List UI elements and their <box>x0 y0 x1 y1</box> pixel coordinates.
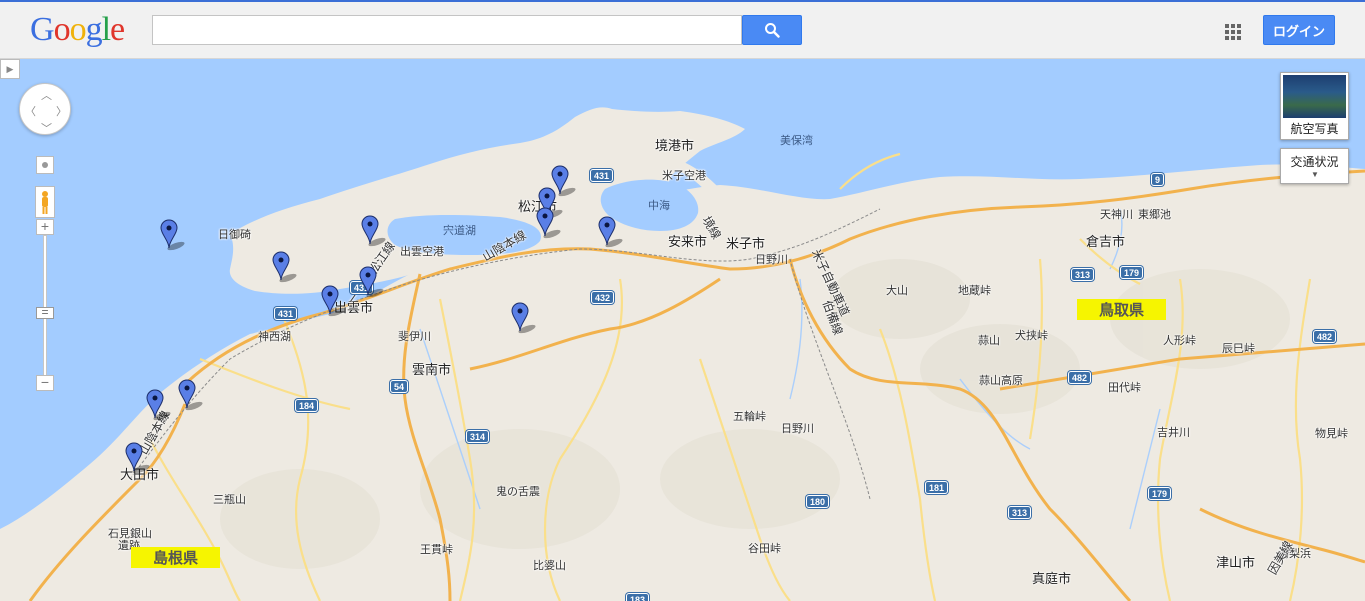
search-input[interactable] <box>152 15 742 45</box>
zoom-out-button[interactable]: − <box>36 375 54 391</box>
reset-view-button[interactable] <box>36 156 54 174</box>
place-label: 田代峠 <box>1108 382 1141 394</box>
apps-grid-icon[interactable] <box>1223 22 1243 42</box>
zoom-slider-thumb[interactable]: = <box>36 306 54 319</box>
route-shield: 9 <box>1151 173 1165 186</box>
pegman-icon[interactable] <box>35 186 55 218</box>
prefecture-label: 島根県 <box>131 547 221 568</box>
logo-letter: l <box>101 11 112 48</box>
route-shield: 314 <box>466 430 490 443</box>
route-shield: 54 <box>390 380 409 393</box>
map-marker[interactable] <box>359 266 384 298</box>
route-shield: 482 <box>1313 330 1337 343</box>
logo-letter: o <box>69 11 87 48</box>
place-label: 中海 <box>648 200 670 212</box>
map-marker[interactable] <box>511 302 536 334</box>
map-marker[interactable] <box>178 379 203 411</box>
city-label: 倉吉市 <box>1086 234 1126 249</box>
route-shield: 179 <box>1120 266 1144 279</box>
route-shield: 313 <box>1008 506 1032 519</box>
traffic-layer-toggle[interactable]: 交通状況 ▼ <box>1280 148 1349 184</box>
city-label: 真庭市 <box>1032 571 1072 586</box>
route-shield: 482 <box>1068 371 1092 384</box>
place-label: 比婆山 <box>533 560 566 572</box>
logo-letter: o <box>53 11 71 48</box>
city-label: 津山市 <box>1216 555 1256 570</box>
route-shield: 432 <box>591 291 615 304</box>
place-label: 日野川 <box>781 423 814 435</box>
place-label: 鬼の舌震 <box>496 486 540 498</box>
pan-control[interactable]: ︿ ﹀ 〈 〉 <box>19 83 71 135</box>
place-label: 東郷池 <box>1138 209 1171 221</box>
caret-down-icon: ▼ <box>1311 170 1319 179</box>
place-label: 蒜山 <box>978 335 1000 347</box>
logo-letter: e <box>110 11 125 48</box>
map-marker[interactable] <box>598 216 623 248</box>
aerial-label: 航空写真 <box>1290 122 1339 136</box>
route-shield: 181 <box>925 481 949 494</box>
login-button[interactable]: ログイン <box>1263 15 1335 45</box>
city-label: 境港市 <box>655 138 695 153</box>
zoom-in-button[interactable]: + <box>36 219 54 235</box>
map-marker[interactable] <box>536 207 561 239</box>
route-shield: 313 <box>1071 268 1095 281</box>
place-label: 出雲空港 <box>400 246 444 258</box>
place-label: 王貫峠 <box>420 544 453 556</box>
place-label: 吉井川 <box>1157 427 1190 439</box>
triangle-right-icon: ▶ <box>6 63 14 74</box>
logo-letter: G <box>30 11 55 48</box>
circle-dot-icon <box>42 162 48 168</box>
place-label: 物見峠 <box>1315 428 1348 440</box>
map-canvas[interactable]: 境港市 美保湾 米子空港 中海 松江市 宍道湖 出雲空港 日御碕 出雲市 神西湖 斐伊川 雲南市 安来市… <box>0 59 1365 601</box>
top-bar: Google ログイン <box>0 0 1365 59</box>
city-label: 安来市 <box>668 234 708 249</box>
place-label: 斐伊川 <box>398 331 431 343</box>
place-label: 神西湖 <box>258 331 291 343</box>
place-label: 人形峠 <box>1163 335 1196 347</box>
map-marker[interactable] <box>361 215 386 247</box>
prefecture-label: 鳥取県 <box>1077 299 1167 320</box>
route-shield: 184 <box>295 399 319 412</box>
side-panel-toggle[interactable]: ▶ <box>0 59 20 79</box>
pan-right-icon[interactable]: 〉 <box>56 103 67 119</box>
pan-up-icon[interactable]: ︿ <box>41 87 52 103</box>
place-label: 辰巳峠 <box>1222 343 1255 355</box>
route-shield: 431 <box>590 169 614 182</box>
route-shield: 183 <box>626 593 650 601</box>
place-label: 三瓶山 <box>213 494 246 506</box>
route-shield: 180 <box>806 495 830 508</box>
aerial-view-toggle[interactable]: 航空写真 <box>1280 72 1349 140</box>
place-label: 美保湾 <box>780 135 813 147</box>
place-label: 日御碕 <box>218 229 251 241</box>
place-label: 宍道湖 <box>443 225 476 237</box>
pan-down-icon[interactable]: ﹀ <box>41 120 52 136</box>
city-label: 米子市 <box>726 236 766 251</box>
logo-letter: g <box>85 11 103 48</box>
place-label: 日野川 <box>755 254 788 266</box>
place-label: 米子空港 <box>662 170 706 182</box>
search-button[interactable] <box>742 15 802 45</box>
place-label: 犬挟峠 <box>1015 330 1048 342</box>
place-label: 五輪峠 <box>733 411 766 423</box>
place-label: 蒜山高原 <box>979 375 1023 387</box>
traffic-label: 交通状況 <box>1290 155 1339 169</box>
map-marker[interactable] <box>125 442 150 474</box>
place-label: 天神川 <box>1100 209 1133 221</box>
satellite-thumbnail <box>1283 75 1346 118</box>
google-logo[interactable]: Google <box>30 11 125 49</box>
map-marker[interactable] <box>321 285 346 317</box>
city-label: 雲南市 <box>412 362 452 377</box>
map-marker[interactable] <box>160 219 185 251</box>
pan-left-icon[interactable]: 〈 <box>25 103 36 119</box>
route-shield: 431 <box>274 307 298 320</box>
map-marker[interactable] <box>272 251 297 283</box>
map-marker[interactable] <box>146 389 171 421</box>
route-shield: 179 <box>1148 487 1172 500</box>
place-label: 地蔵峠 <box>958 285 991 297</box>
place-label: 谷田峠 <box>748 543 781 555</box>
search-icon <box>765 23 780 38</box>
place-label: 大山 <box>886 285 908 297</box>
